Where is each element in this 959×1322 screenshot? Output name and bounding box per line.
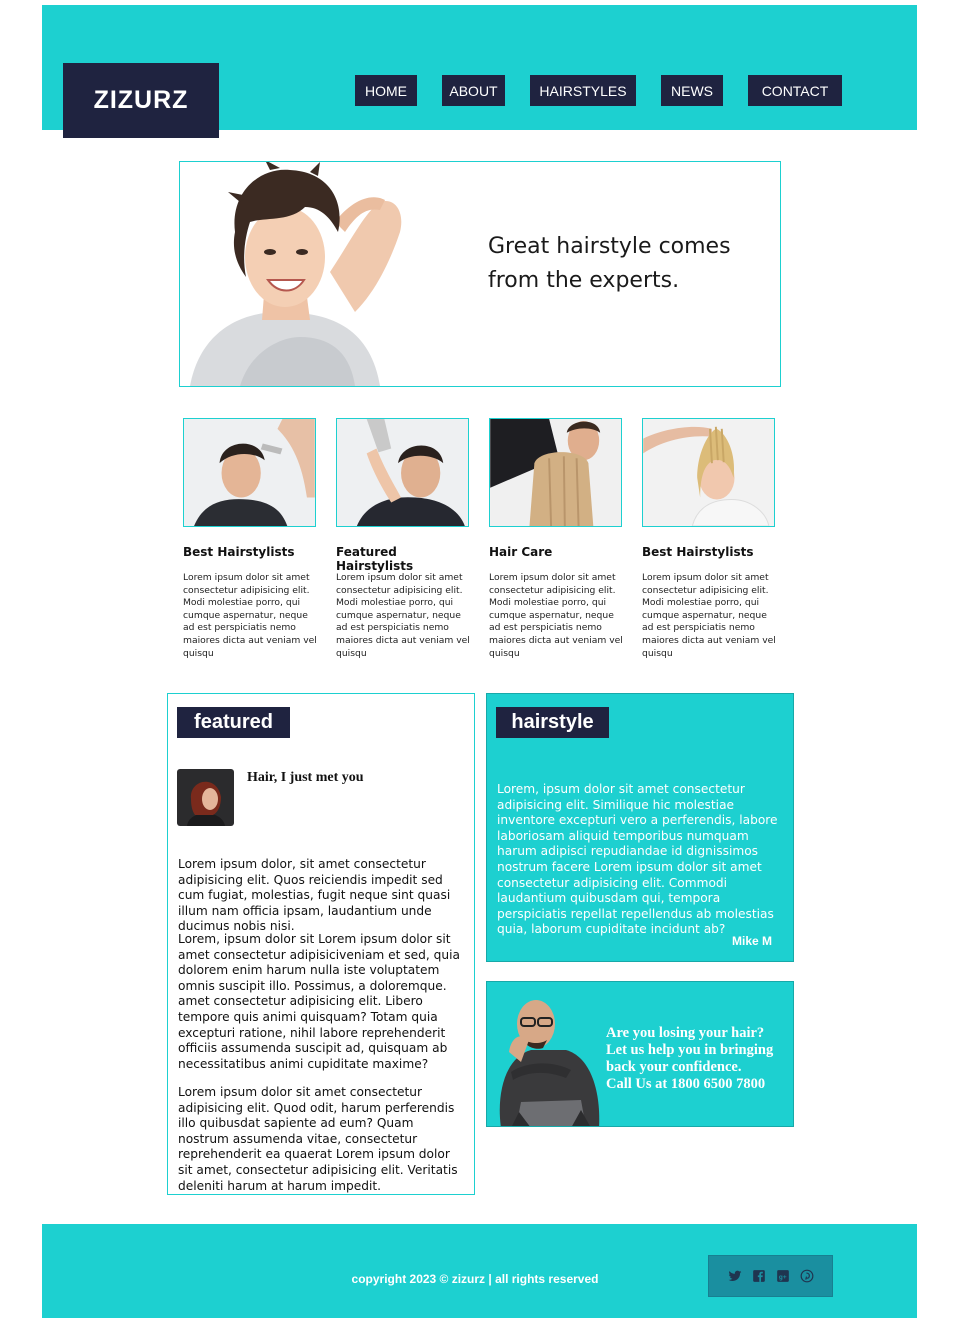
nav-contact[interactable]: CONTACT xyxy=(748,75,842,106)
featured-paragraph-2: Lorem, ipsum dolor sit Lorem ipsum dolor… xyxy=(178,932,460,1071)
twitter-icon[interactable] xyxy=(727,1268,743,1284)
nav-home[interactable]: HOME xyxy=(355,75,417,106)
featured-heading[interactable]: Hair, I just met you xyxy=(247,770,364,786)
hairstylist-photo-4 xyxy=(643,419,774,526)
hairstyle-tag: hairstyle xyxy=(496,707,609,738)
svg-text:g+: g+ xyxy=(778,1274,786,1281)
card-title-1[interactable]: Best Hairstylists xyxy=(183,545,323,559)
featured-panel: featured Hair, I just met you Lorem ipsu… xyxy=(167,693,475,1195)
featured-avatar-image xyxy=(177,769,234,826)
hero-tagline: Great hairstyle comes from the experts. xyxy=(488,230,768,298)
hero-tagline-line1: Great hairstyle comes xyxy=(488,234,731,259)
card-image-1[interactable] xyxy=(183,418,316,527)
featured-paragraph-1: Lorem ipsum dolor, sit amet consectetur … xyxy=(178,857,451,934)
hero-woman-image xyxy=(180,162,420,386)
bald-man-image xyxy=(499,1000,600,1126)
nav-hairstyles[interactable]: HAIRSTYLES xyxy=(530,75,636,106)
nav-news[interactable]: NEWS xyxy=(661,75,723,106)
card-image-2[interactable] xyxy=(336,418,469,527)
hairstylist-photo-3 xyxy=(490,419,621,526)
promo-banner[interactable]: Are you losing your hair? Let us help yo… xyxy=(486,981,794,1127)
card-text-2: Lorem ipsum dolor sit amet consectetur a… xyxy=(336,572,470,659)
nav-about[interactable]: ABOUT xyxy=(442,75,505,106)
pinterest-icon[interactable] xyxy=(799,1268,815,1284)
hairstylist-photo-2 xyxy=(337,419,468,526)
hairstyle-quote: Lorem, ipsum dolor sit amet consectetur … xyxy=(497,782,778,937)
card-text-1: Lorem ipsum dolor sit amet consectetur a… xyxy=(183,572,317,659)
hero-banner: Great hairstyle comes from the experts. xyxy=(179,161,781,387)
promo-phone[interactable]: Call Us at 1800 6500 7800 xyxy=(606,1076,791,1093)
hairstyle-panel: hairstyle Lorem, ipsum dolor sit amet co… xyxy=(486,693,794,962)
promo-line-3: back your confidence. xyxy=(606,1059,742,1075)
promo-text: Are you losing your hair? Let us help yo… xyxy=(606,1025,791,1093)
promo-line-2: Let us help you in bringing xyxy=(606,1042,774,1058)
card-text-3: Lorem ipsum dolor sit amet consectetur a… xyxy=(489,572,623,659)
hairstyle-author: Mike M xyxy=(731,934,772,948)
site-footer: copyright 2023 © zizurz | all rights res… xyxy=(42,1224,917,1318)
card-title-4[interactable]: Best Hairstylists xyxy=(642,545,782,559)
site-logo[interactable]: ZIZURZ xyxy=(63,63,219,138)
card-image-3[interactable] xyxy=(489,418,622,527)
featured-paragraph-3: Lorem ipsum dolor sit amet consectetur a… xyxy=(178,1085,458,1193)
promo-line-1: Are you losing your hair? xyxy=(606,1025,765,1041)
hero-tagline-line2: from the experts. xyxy=(488,268,680,293)
card-title-3[interactable]: Hair Care xyxy=(489,545,629,559)
social-links: g+ xyxy=(708,1255,833,1297)
card-title-2[interactable]: Featured Hairstylists xyxy=(336,545,476,573)
google-plus-icon[interactable]: g+ xyxy=(775,1268,791,1284)
facebook-icon[interactable] xyxy=(751,1268,767,1284)
card-image-4[interactable] xyxy=(642,418,775,527)
hairstylist-photo-1 xyxy=(184,419,315,526)
card-text-4: Lorem ipsum dolor sit amet consectetur a… xyxy=(642,572,776,659)
featured-tag: featured xyxy=(177,707,290,738)
